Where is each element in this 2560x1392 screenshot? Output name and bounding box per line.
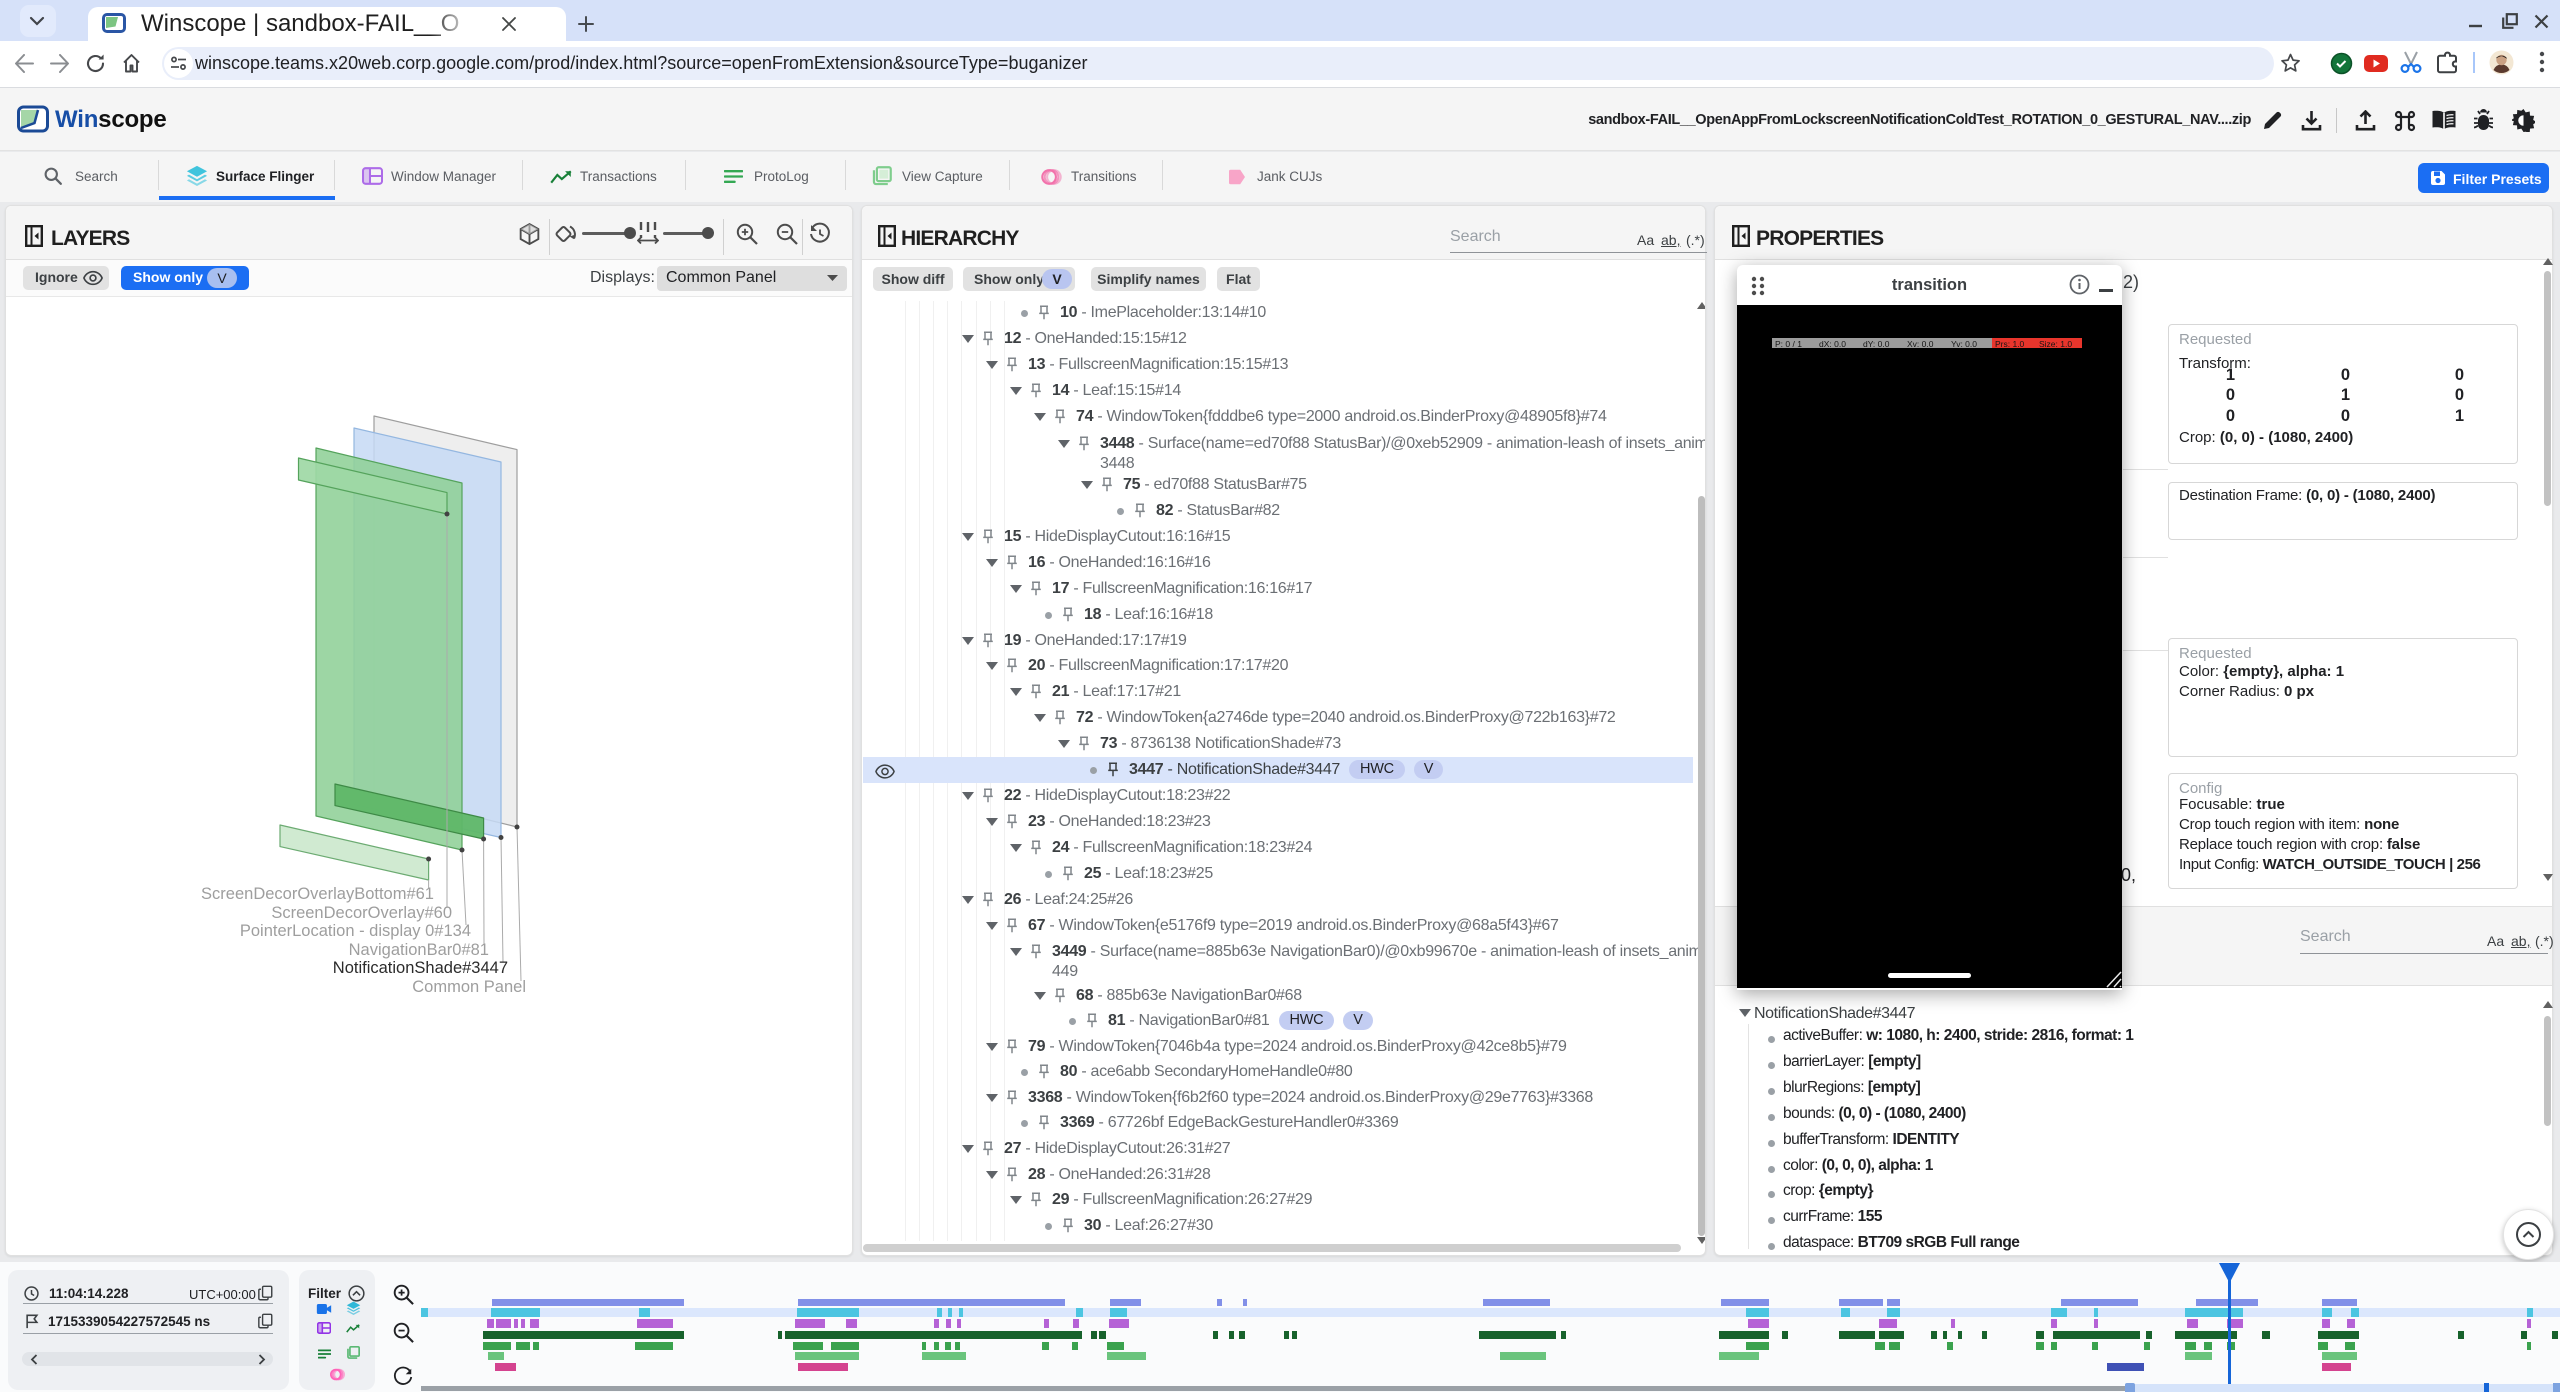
- svg-text:NotificationShade#3447: NotificationShade#3447: [333, 959, 508, 977]
- svg-text:ScreenDecorOverlayBottom#61: ScreenDecorOverlayBottom#61: [201, 885, 434, 903]
- svg-text:ScreenDecorOverlay#60: ScreenDecorOverlay#60: [271, 904, 452, 922]
- svg-text:PointerLocation - display 0#13: PointerLocation - display 0#134: [240, 922, 471, 940]
- svg-text:Common Panel: Common Panel: [412, 978, 526, 996]
- svg-text:NavigationBar0#81: NavigationBar0#81: [349, 941, 489, 959]
